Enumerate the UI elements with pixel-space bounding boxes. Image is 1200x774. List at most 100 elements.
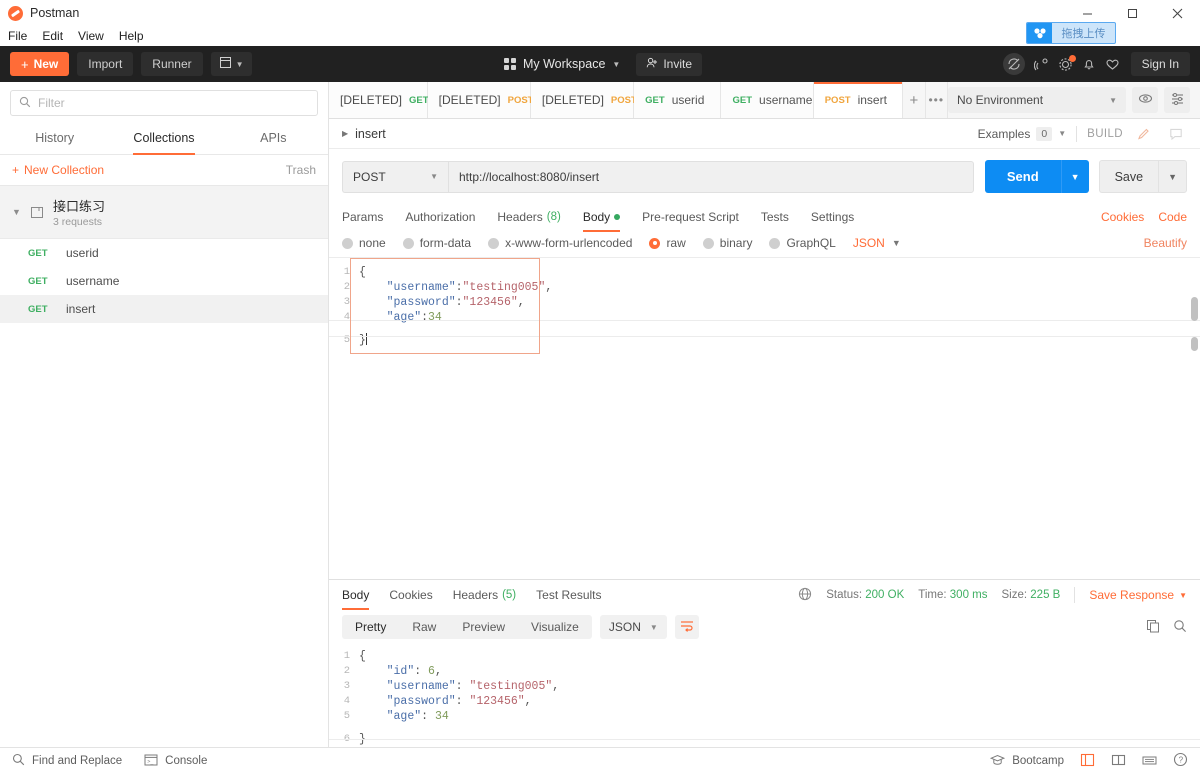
beautify-button[interactable]: Beautify	[1144, 236, 1187, 250]
sidebar-request-username[interactable]: GET username	[0, 267, 328, 295]
body-type-graphql[interactable]: GraphQL	[769, 236, 835, 250]
body-type-none[interactable]: none	[342, 236, 386, 250]
help-icon[interactable]: ?	[1173, 752, 1188, 770]
code-link[interactable]: Code	[1158, 210, 1187, 224]
send-button[interactable]: Send	[985, 160, 1061, 193]
sidebar-tab-history[interactable]: History	[0, 122, 109, 154]
menu-help[interactable]: Help	[119, 29, 144, 43]
editor-vertical-scrollbar-2[interactable]	[1191, 337, 1198, 351]
console-button[interactable]: >_ Console	[144, 754, 207, 769]
tab-pre-request-script[interactable]: Pre-request Script	[642, 202, 739, 232]
sign-in-button[interactable]: Sign In	[1131, 52, 1190, 76]
sync-off-icon[interactable]	[1003, 53, 1025, 75]
sidebar-tab-apis[interactable]: APIs	[219, 122, 328, 154]
response-view-raw[interactable]: Raw	[399, 615, 449, 639]
chevron-right-icon[interactable]: ▶	[342, 129, 348, 138]
tab-body[interactable]: Body	[583, 202, 620, 232]
chevron-down-icon[interactable]: ▼	[12, 207, 22, 217]
method-selector[interactable]: POST ▼	[342, 161, 448, 193]
search-icon[interactable]	[1173, 619, 1187, 636]
response-view-pretty[interactable]: Pretty	[342, 615, 399, 639]
cookies-link[interactable]: Cookies	[1101, 210, 1144, 224]
trash-button[interactable]: Trash	[286, 163, 316, 177]
editor-vertical-scrollbar[interactable]	[1191, 297, 1198, 321]
editor-rule	[329, 739, 1200, 740]
close-icon[interactable]	[1155, 0, 1200, 26]
request-body-code[interactable]: 1 { 2 "username":"testing005", 3 "passwo…	[329, 257, 1200, 348]
sidebar-request-userid[interactable]: GET userid	[0, 239, 328, 267]
tab-settings[interactable]: Settings	[811, 202, 854, 232]
filter-box[interactable]	[10, 90, 318, 116]
maximize-icon[interactable]	[1110, 0, 1155, 26]
sidebar-tab-collections[interactable]: Collections	[109, 122, 218, 154]
send-options-button[interactable]: ▼	[1061, 160, 1089, 193]
menu-edit[interactable]: Edit	[42, 29, 63, 43]
body-format-selector[interactable]: JSON ▼	[853, 236, 901, 250]
copy-icon[interactable]	[1146, 619, 1160, 636]
body-type-raw[interactable]: raw	[649, 236, 685, 250]
response-tab-headers[interactable]: Headers (5)	[453, 580, 516, 610]
body-type-binary[interactable]: binary	[703, 236, 753, 250]
body-type-form-data[interactable]: form-data	[403, 236, 471, 250]
collection-meta: 3 requests	[53, 216, 105, 228]
word-wrap-button[interactable]	[675, 615, 699, 639]
body-type-urlencoded[interactable]: x-www-form-urlencoded	[488, 236, 632, 250]
request-tab-insert[interactable]: POST insert	[814, 82, 904, 118]
find-and-replace-button[interactable]: Find and Replace	[12, 753, 122, 769]
menu-file[interactable]: File	[8, 29, 27, 43]
new-window-button[interactable]: ▼	[211, 52, 252, 76]
response-format-selector[interactable]: JSON ▼	[600, 615, 667, 639]
window-title: Postman	[30, 6, 79, 20]
sidebar-layout-icon[interactable]	[1080, 753, 1095, 770]
workspace-selector[interactable]: My Workspace ▼	[498, 53, 626, 75]
request-tab-userid[interactable]: GET userid	[634, 82, 721, 118]
invite-button[interactable]: Invite	[636, 53, 702, 76]
tab-authorization[interactable]: Authorization	[405, 202, 475, 232]
tab-headers[interactable]: Headers (8)	[497, 202, 560, 232]
new-collection-button[interactable]: + New Collection	[12, 163, 104, 177]
new-button[interactable]: + New	[10, 52, 69, 76]
bell-icon[interactable]	[1082, 57, 1096, 71]
heart-icon[interactable]	[1105, 57, 1120, 72]
tab-tests[interactable]: Tests	[761, 202, 789, 232]
environment-selector[interactable]: No Environment ▼	[948, 87, 1126, 113]
comment-icon[interactable]	[1165, 123, 1187, 145]
examples-selector[interactable]: Examples 0 ▼	[978, 127, 1066, 141]
save-button[interactable]: Save	[1099, 160, 1159, 193]
tab-options-button[interactable]: •••	[926, 82, 948, 118]
satellite-icon[interactable]	[1034, 57, 1049, 72]
runner-button[interactable]: Runner	[141, 52, 202, 76]
request-tab-username[interactable]: GET username	[721, 82, 813, 118]
request-tab-deleted-get[interactable]: [DELETED] GET	[329, 82, 428, 118]
globe-icon[interactable]	[798, 587, 812, 604]
save-options-button[interactable]: ▼	[1158, 160, 1187, 193]
response-view-visualize[interactable]: Visualize	[518, 615, 592, 639]
save-response-button[interactable]: Save Response ▼	[1089, 588, 1187, 602]
filter-input[interactable]	[38, 96, 309, 110]
request-tab-deleted-post-2[interactable]: [DELETED] POST	[531, 82, 634, 118]
gear-icon[interactable]	[1058, 57, 1073, 72]
menu-view[interactable]: View	[78, 29, 104, 43]
response-tab-body[interactable]: Body	[342, 580, 369, 610]
request-tab-deleted-post-1[interactable]: [DELETED] POST	[428, 82, 531, 118]
collection-item[interactable]: ▼ 接口练习 3 requests	[0, 186, 328, 239]
tab-params[interactable]: Params	[342, 202, 383, 232]
response-view-preview[interactable]: Preview	[449, 615, 518, 639]
url-input[interactable]: http://localhost:8080/insert	[448, 161, 974, 193]
request-breadcrumb[interactable]: ▶ insert	[342, 127, 386, 141]
settings-sliders-button[interactable]	[1164, 87, 1190, 113]
sliders-icon	[1170, 91, 1185, 109]
two-pane-layout-icon[interactable]	[1111, 753, 1126, 770]
import-button[interactable]: Import	[77, 52, 133, 76]
response-body-code[interactable]: 1 { 2 "id": 6, 3 "username": "testing005…	[329, 644, 1200, 747]
edit-pencil-icon[interactable]	[1133, 123, 1155, 145]
bootcamp-button[interactable]: Bootcamp	[990, 754, 1064, 769]
keyboard-shortcuts-icon[interactable]	[1142, 753, 1157, 770]
baidu-drag-upload-widget[interactable]: 拖拽上传	[1026, 22, 1116, 44]
request-body-editor-area[interactable]: 1 { 2 "username":"testing005", 3 "passwo…	[329, 257, 1200, 579]
response-tab-test-results[interactable]: Test Results	[536, 580, 601, 610]
environment-quick-look-button[interactable]	[1132, 87, 1158, 113]
response-tab-cookies[interactable]: Cookies	[389, 580, 432, 610]
sidebar-request-insert[interactable]: GET insert	[0, 295, 328, 323]
add-tab-button[interactable]: +	[903, 82, 925, 118]
